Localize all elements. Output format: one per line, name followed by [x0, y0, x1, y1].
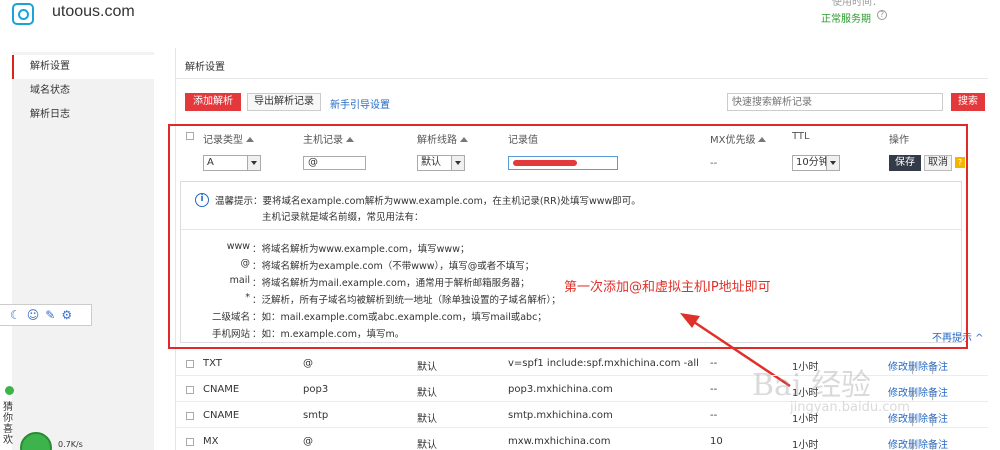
- row-checkbox[interactable]: [186, 412, 194, 420]
- usage-time-label: 使用时间：: [832, 0, 882, 8]
- site-name: utoous.com: [52, 3, 135, 20]
- sidebar: 解析设置 域名状态 解析日志: [12, 52, 154, 450]
- gear-icon[interactable]: ⚙: [61, 308, 72, 322]
- sidebar-item-dns-settings[interactable]: 解析设置: [12, 55, 154, 79]
- help-icon[interactable]: ?: [877, 10, 887, 20]
- guess-you-like[interactable]: 猜你喜欢: [3, 402, 15, 446]
- smile-icon[interactable]: ☺: [27, 308, 40, 322]
- sidebar-item-dns-log[interactable]: 解析日志: [12, 103, 154, 127]
- export-records-button[interactable]: 导出解析记录: [247, 93, 321, 111]
- speed-text: 0.7K/s: [58, 440, 83, 449]
- speed-circle-icon: [20, 432, 52, 450]
- sidebar-item-domain-status[interactable]: 域名状态: [12, 79, 154, 103]
- floating-toolbar: ☾ ☺ ✎ ⚙: [0, 304, 92, 326]
- watermark-url: jingyan.baidu.com: [790, 400, 910, 415]
- add-record-button[interactable]: 添加解析: [185, 93, 241, 111]
- globe-icon: [17, 8, 29, 20]
- edit-link[interactable]: 修改: [888, 362, 908, 373]
- row-checkbox[interactable]: [186, 386, 194, 394]
- pen-icon[interactable]: ✎: [45, 308, 55, 322]
- logo-icon[interactable]: [12, 3, 34, 25]
- row-checkbox[interactable]: [186, 360, 194, 368]
- search-input[interactable]: [727, 93, 943, 111]
- edit-link[interactable]: 修改: [888, 388, 908, 399]
- speed-widget[interactable]: 0.7K/s: [20, 432, 106, 450]
- edit-link[interactable]: 修改: [888, 414, 908, 425]
- edit-link[interactable]: 修改: [888, 440, 908, 450]
- title-rule: [176, 78, 988, 79]
- service-status: 正常服务期: [821, 14, 871, 25]
- table-row: MX @ 默认 mxw.mxhichina.com 10 1小时 修改 | 删除 | 备…: [176, 430, 988, 450]
- header: utoous.com 使用时间： 正常服务期 ?: [0, 0, 1000, 40]
- watermark: Bai 经验: [752, 368, 872, 403]
- row-checkbox[interactable]: [186, 438, 194, 446]
- status-dot: [5, 386, 14, 395]
- highlight-frame: [168, 124, 968, 349]
- search-button[interactable]: 搜索: [951, 93, 985, 111]
- annotation-text: 第一次添加@和虚拟主机IP地址即可: [564, 280, 771, 295]
- page-title: 解析设置: [185, 62, 225, 73]
- guide-settings-link[interactable]: 新手引导设置: [330, 96, 390, 111]
- moon-icon[interactable]: ☾: [10, 308, 21, 322]
